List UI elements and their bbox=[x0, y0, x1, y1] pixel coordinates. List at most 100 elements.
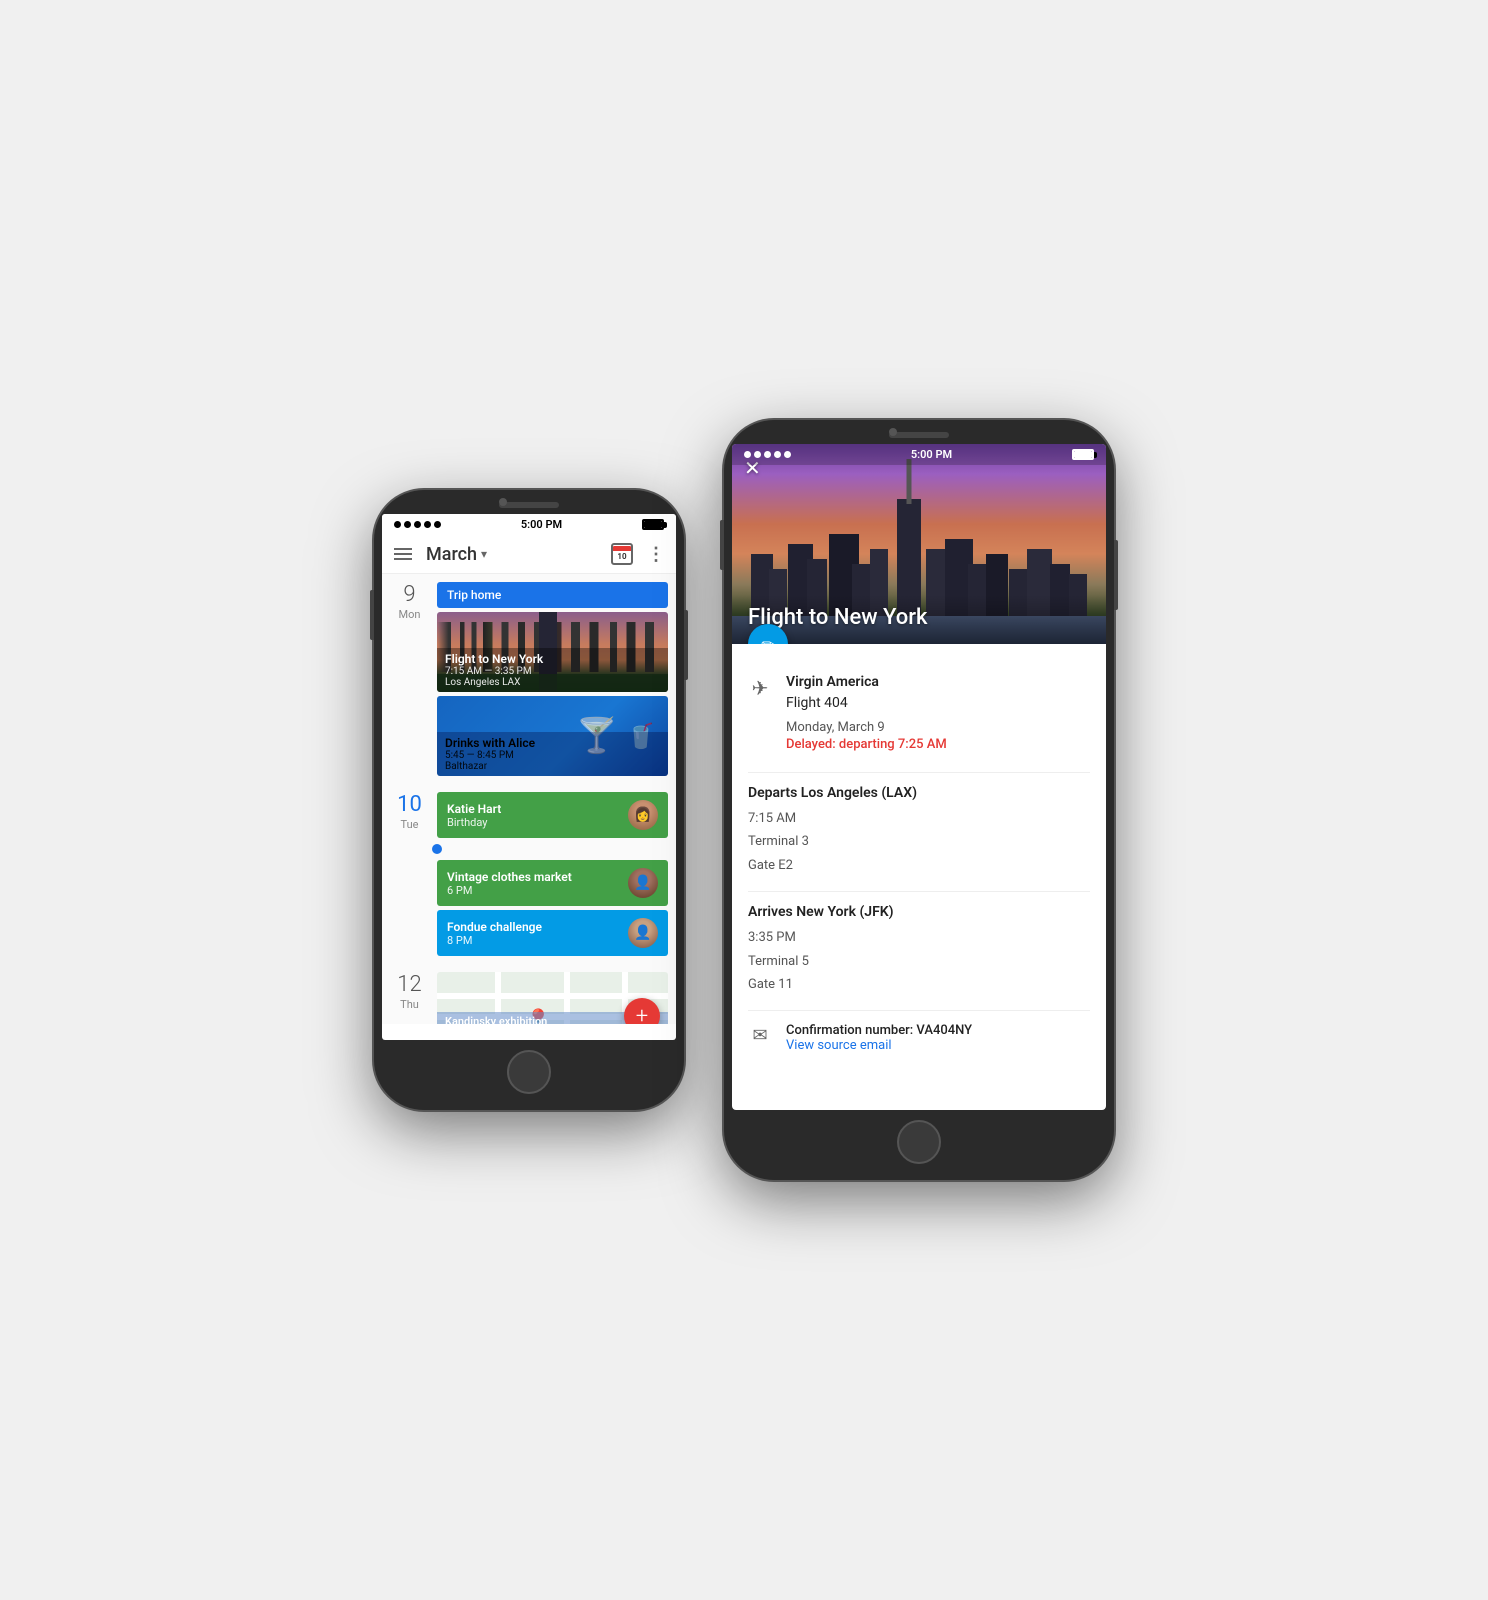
battery-left bbox=[642, 519, 664, 530]
edit-icon: ✏ bbox=[761, 635, 774, 645]
day-row-12: 12 Thu 📍 bbox=[382, 964, 676, 1024]
katie-event-text: Katie Hart Birthday bbox=[447, 802, 501, 829]
departure-terminal: Terminal 3 bbox=[748, 830, 1090, 853]
chevron-down-icon: ▾ bbox=[481, 547, 487, 561]
day-row-9: 9 Mon Trip home Flight bbox=[382, 574, 676, 784]
day-name-10: Tue bbox=[382, 818, 437, 831]
status-time-right: 5:00 PM bbox=[911, 448, 952, 461]
flight-card-airport: Los Angeles LAX bbox=[445, 677, 660, 688]
calendar-date-icon: 10 bbox=[617, 552, 626, 561]
departure-time: 7:15 AM bbox=[748, 807, 1090, 830]
kandinsky-event[interactable]: 📍 Kandinsky exhibition 4 — 6 PM + bbox=[437, 972, 668, 1024]
confirmation-section: ✉ Confirmation number: VA404NY View sour… bbox=[748, 1023, 1090, 1053]
calendar-icon[interactable]: 10 bbox=[611, 543, 633, 565]
left-phone: 5:00 PM March ▾ 10 ⋮ bbox=[374, 490, 684, 1110]
day-num-10: 10 bbox=[382, 794, 437, 816]
drinks-event-card[interactable]: 🍸 🥤 Drinks with Alice 5:45 — 8:45 PM Bal… bbox=[437, 696, 668, 776]
day-label-12: 12 Thu bbox=[382, 972, 437, 1011]
day-events-9: Trip home Flight to New York 7:15 AM — 3… bbox=[437, 582, 676, 776]
arrival-header: Arrives New York (JFK) bbox=[748, 904, 1090, 920]
right-phone-screen: 5:00 PM bbox=[732, 444, 1106, 1110]
drinks-sub: 5:45 — 8:45 PM bbox=[445, 750, 660, 761]
status-bar-right: 5:00 PM bbox=[732, 444, 1106, 465]
phone-top-right bbox=[724, 420, 1114, 444]
hero-overlay: Flight to New York bbox=[732, 595, 1106, 644]
flight-date: Monday, March 9 bbox=[786, 720, 947, 735]
signal-dots-left bbox=[394, 521, 441, 528]
signal-dots-right bbox=[744, 451, 791, 458]
divider-2 bbox=[748, 891, 1090, 892]
katie-avatar-img: 👩 bbox=[628, 800, 658, 830]
phone-top-left bbox=[374, 490, 684, 514]
katie-sub: Birthday bbox=[447, 816, 501, 829]
phone-speaker-right bbox=[889, 432, 949, 438]
departure-gate: Gate E2 bbox=[748, 854, 1090, 877]
flight-event-card[interactable]: Flight to New York 7:15 AM — 3:35 PM Los… bbox=[437, 612, 668, 692]
day-name-12: Thu bbox=[382, 998, 437, 1011]
fondue-event[interactable]: Fondue challenge 8 PM 👤 bbox=[437, 910, 668, 956]
vintage-sub: 6 PM bbox=[447, 884, 572, 897]
airline-info-text: Virgin America Flight 404 Monday, March … bbox=[786, 672, 947, 752]
departure-section: Departs Los Angeles (LAX) 7:15 AM Termin… bbox=[748, 785, 1090, 877]
vintage-avatar-img: 👤 bbox=[628, 868, 658, 898]
fondue-title: Fondue challenge bbox=[447, 920, 542, 934]
battery-right bbox=[1072, 449, 1094, 460]
day-num-9: 9 bbox=[382, 584, 437, 606]
vintage-event[interactable]: Vintage clothes market 6 PM 👤 bbox=[437, 860, 668, 906]
vintage-avatar: 👤 bbox=[628, 868, 658, 898]
arrival-terminal: Terminal 5 bbox=[748, 950, 1090, 973]
airline-name: Virgin America bbox=[786, 672, 947, 693]
trip-home-event[interactable]: Trip home bbox=[437, 582, 668, 608]
day-label-9: 9 Mon bbox=[382, 582, 437, 621]
day-name-9: Mon bbox=[382, 608, 437, 621]
day-num-12: 12 bbox=[382, 974, 437, 996]
drinks-location: Balthazar bbox=[445, 761, 660, 772]
home-button-right[interactable] bbox=[897, 1120, 941, 1164]
confirmation-number: Confirmation number: VA404NY bbox=[786, 1023, 972, 1038]
arrival-section: Arrives New York (JFK) 3:35 PM Terminal … bbox=[748, 904, 1090, 996]
day-events-12: 📍 Kandinsky exhibition 4 — 6 PM + bbox=[437, 972, 676, 1024]
home-button-left[interactable] bbox=[507, 1050, 551, 1094]
flight-number: Flight 404 bbox=[786, 693, 947, 714]
phone-speaker-left bbox=[499, 502, 559, 508]
hamburger-menu[interactable] bbox=[394, 548, 412, 560]
delayed-text: Delayed: departing 7:25 AM bbox=[786, 737, 947, 752]
phone-camera-right bbox=[889, 428, 897, 436]
katie-avatar: 👩 bbox=[628, 800, 658, 830]
more-options-icon[interactable]: ⋮ bbox=[647, 544, 664, 565]
departure-header: Departs Los Angeles (LAX) bbox=[748, 785, 1090, 801]
day-label-10: 10 Tue bbox=[382, 792, 437, 831]
status-time-left: 5:00 PM bbox=[521, 518, 562, 531]
drinks-title: Drinks with Alice bbox=[445, 736, 660, 750]
time-marker bbox=[437, 844, 668, 854]
header-icons: 10 ⋮ bbox=[611, 543, 664, 565]
arrival-time: 3:35 PM bbox=[748, 926, 1090, 949]
day-row-10: 10 Tue Katie Hart Birthday 👩 bbox=[382, 784, 676, 964]
calendar-header: March ▾ 10 ⋮ bbox=[382, 535, 676, 574]
katie-event[interactable]: Katie Hart Birthday 👩 bbox=[437, 792, 668, 838]
flight-hero: 5:00 PM bbox=[732, 444, 1106, 644]
phone-bottom-right bbox=[724, 1110, 1114, 1180]
fondue-event-text: Fondue challenge 8 PM bbox=[447, 920, 542, 947]
left-phone-screen: 5:00 PM March ▾ 10 ⋮ bbox=[382, 514, 676, 1040]
flight-card-title: Flight to New York bbox=[445, 652, 660, 666]
trip-home-label: Trip home bbox=[447, 588, 501, 602]
confirmation-text-block: Confirmation number: VA404NY View source… bbox=[786, 1023, 972, 1053]
time-dot bbox=[432, 844, 442, 854]
fondue-avatar: 👤 bbox=[628, 918, 658, 948]
day-events-10: Katie Hart Birthday 👩 Vi bbox=[437, 792, 676, 956]
month-label: March bbox=[426, 544, 477, 565]
katie-name: Katie Hart bbox=[447, 802, 501, 816]
view-email-link[interactable]: View source email bbox=[786, 1038, 972, 1053]
vintage-event-text: Vintage clothes market 6 PM bbox=[447, 870, 572, 897]
calendar-title[interactable]: March ▾ bbox=[426, 544, 611, 565]
airline-section: ✈ Virgin America Flight 404 Monday, Marc… bbox=[748, 672, 1090, 752]
right-phone: 5:00 PM bbox=[724, 420, 1114, 1180]
plane-icon: ✈ bbox=[748, 676, 772, 700]
fondue-avatar-img: 👤 bbox=[628, 918, 658, 948]
arrival-gate: Gate 11 bbox=[748, 973, 1090, 996]
flight-card-text: Flight to New York 7:15 AM — 3:35 PM Los… bbox=[437, 648, 668, 692]
divider-3 bbox=[748, 1010, 1090, 1011]
drinks-background: 🍸 🥤 Drinks with Alice 5:45 — 8:45 PM Bal… bbox=[437, 696, 668, 776]
calendar-list: 9 Mon Trip home Flight bbox=[382, 574, 676, 1024]
